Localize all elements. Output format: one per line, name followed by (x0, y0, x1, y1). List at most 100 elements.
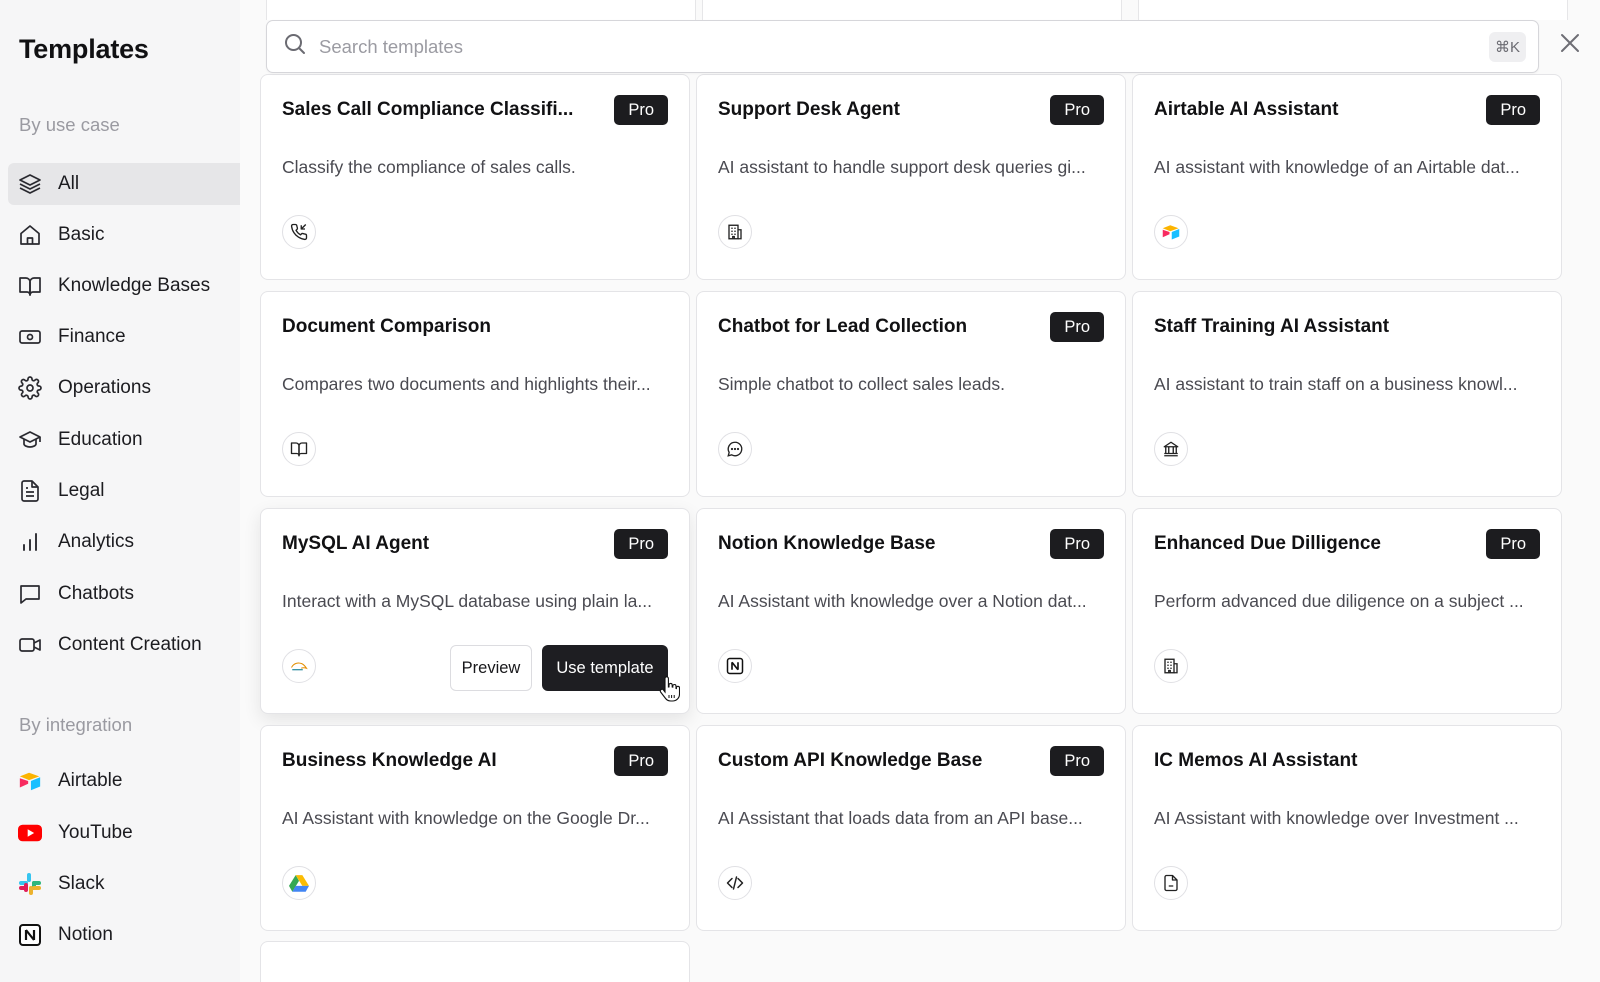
card-peek (266, 0, 696, 20)
hand-cursor-icon (658, 676, 681, 707)
airtable-logo-icon (18, 769, 42, 793)
template-card[interactable]: Notion Knowledge Base Pro AI Assistant w… (696, 508, 1126, 714)
sidebar-item-label: Education (58, 429, 143, 450)
card-title: Staff Training AI Assistant (1154, 316, 1390, 337)
google-drive-logo-icon (282, 866, 316, 900)
chat-dots-icon (718, 432, 752, 466)
sidebar-item-youtube[interactable]: YouTube (8, 812, 240, 854)
card-description: AI Assistant that loads data from an API… (718, 808, 1083, 828)
notion-logo-icon (18, 923, 42, 947)
pro-badge: Pro (614, 95, 668, 125)
card-description: Classify the compliance of sales calls. (282, 157, 576, 177)
sidebar-item-chatbots[interactable]: Chatbots (8, 573, 240, 615)
template-card[interactable]: Custom API Knowledge Base Pro AI Assista… (696, 725, 1126, 931)
book-open-icon (18, 274, 42, 298)
template-card[interactable]: Chatbot for Lead Collection Pro Simple c… (696, 291, 1126, 497)
sidebar-item-label: Airtable (58, 770, 123, 791)
card-description: Perform advanced due diligence on a subj… (1154, 591, 1524, 611)
card-description: AI Assistant with knowledge on the Googl… (282, 808, 650, 828)
sidebar-item-education[interactable]: Education (8, 419, 240, 461)
sidebar-item-slack[interactable]: Slack (8, 863, 240, 905)
close-button[interactable] (1556, 31, 1584, 59)
code-icon (718, 866, 752, 900)
card-description: AI Assistant with knowledge over Investm… (1154, 808, 1519, 828)
sidebar-item-label: All (58, 173, 80, 194)
template-card[interactable]: Sales Call Compliance Classifi... Pro Cl… (260, 74, 690, 280)
search-bar[interactable]: ⌘K (266, 20, 1539, 73)
template-card[interactable]: Enhanced Due Dilligence Pro Perform adva… (1132, 508, 1562, 714)
building-icon (1154, 649, 1188, 683)
card-title: Document Comparison (282, 316, 492, 337)
sidebar-item-label: Knowledge Bases (58, 275, 211, 296)
page-title: Templates (19, 34, 149, 64)
card-description: AI assistant to handle support desk quer… (718, 157, 1086, 177)
template-card[interactable]: Business Knowledge AI Pro AI Assistant w… (260, 725, 690, 931)
template-card[interactable]: Airtable AI Assistant Pro AI assistant w… (1132, 74, 1562, 280)
preview-button[interactable]: Preview (450, 645, 532, 691)
card-title: Sales Call Compliance Classifi... (282, 99, 574, 120)
document-icon (18, 479, 42, 503)
slack-logo-icon (18, 872, 42, 896)
template-card[interactable] (260, 941, 690, 982)
sidebar-item-all[interactable]: All (8, 163, 240, 205)
use-template-button[interactable]: Use template (542, 645, 668, 691)
sidebar-item-content-creation[interactable]: Content Creation (8, 624, 240, 666)
notion-logo-icon (718, 649, 752, 683)
card-description: AI Assistant with knowledge over a Notio… (718, 591, 1087, 611)
sidebar-item-label: Slack (58, 873, 105, 894)
card-description: Compares two documents and highlights th… (282, 374, 651, 394)
phone-call-icon (282, 215, 316, 249)
sidebar-item-operations[interactable]: Operations (8, 367, 240, 409)
card-title: Airtable AI Assistant (1154, 99, 1339, 120)
sidebar-item-knowledge-bases[interactable]: Knowledge Bases (8, 265, 240, 307)
card-title: Chatbot for Lead Collection (718, 316, 968, 337)
sidebar-item-airtable[interactable]: Airtable (8, 760, 240, 802)
template-card[interactable]: Support Desk Agent Pro AI assistant to h… (696, 74, 1126, 280)
bar-chart-icon (18, 530, 42, 554)
sidebar-item-label: Notion (58, 924, 113, 945)
template-card[interactable]: MySQL AI Agent Pro Interact with a MySQL… (260, 508, 690, 714)
mysql-logo-icon (282, 649, 316, 683)
template-card[interactable]: Staff Training AI Assistant AI assistant… (1132, 291, 1562, 497)
card-title: Business Knowledge AI (282, 750, 497, 771)
sidebar-item-legal[interactable]: Legal (8, 470, 240, 512)
keyboard-shortcut-badge: ⌘K (1488, 32, 1526, 62)
sidebar-item-label: Finance (58, 326, 126, 347)
search-input[interactable] (319, 35, 1538, 58)
pro-badge: Pro (1050, 312, 1104, 342)
card-title: MySQL AI Agent (282, 533, 430, 554)
card-peek (702, 0, 1122, 20)
pro-badge: Pro (1050, 95, 1104, 125)
card-peek (1138, 0, 1568, 20)
template-card[interactable]: IC Memos AI Assistant AI Assistant with … (1132, 725, 1562, 931)
sidebar-item-analytics[interactable]: Analytics (8, 521, 240, 563)
use-case-heading: By use case (19, 114, 120, 135)
youtube-logo-icon (18, 821, 42, 845)
file-icon (1154, 866, 1188, 900)
sidebar-item-label: Legal (58, 480, 105, 501)
search-icon (283, 32, 307, 61)
sidebar-item-notion[interactable]: Notion (8, 914, 240, 956)
banknote-icon (18, 325, 42, 349)
layers-icon (18, 172, 42, 196)
template-card[interactable]: Document Comparison Compares two documen… (260, 291, 690, 497)
sidebar-item-basic[interactable]: Basic (8, 214, 240, 256)
airtable-logo-icon (1154, 215, 1188, 249)
pro-badge: Pro (1050, 529, 1104, 559)
institution-icon (1154, 432, 1188, 466)
gear-icon (18, 376, 42, 400)
card-description: Simple chatbot to collect sales leads. (718, 374, 1005, 394)
video-camera-icon (18, 633, 42, 657)
sidebar-item-label: Analytics (58, 531, 135, 552)
card-title: Support Desk Agent (718, 99, 900, 120)
integration-heading: By integration (19, 714, 133, 735)
card-description: Interact with a MySQL database using pla… (282, 591, 652, 611)
book-open-icon (282, 432, 316, 466)
sidebar-item-label: Basic (58, 224, 105, 245)
building-icon (718, 215, 752, 249)
pro-badge: Pro (1486, 529, 1540, 559)
sidebar-item-finance[interactable]: Finance (8, 316, 240, 358)
pro-badge: Pro (1050, 746, 1104, 776)
sidebar-item-label: Operations (58, 377, 151, 398)
sidebar-item-label: YouTube (58, 822, 133, 843)
